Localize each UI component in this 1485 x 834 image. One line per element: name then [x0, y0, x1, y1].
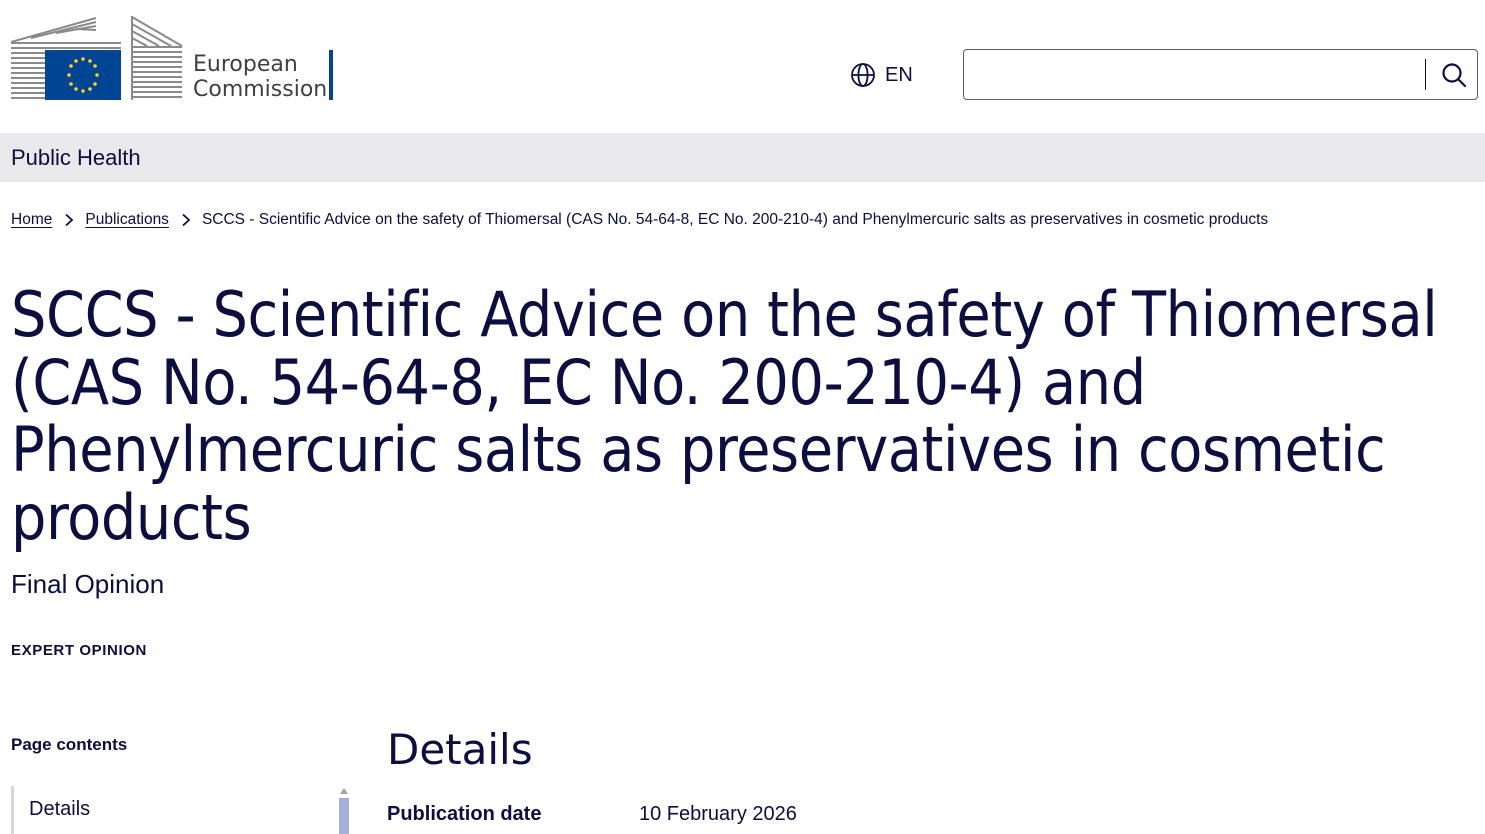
- search-button[interactable]: [1430, 50, 1478, 99]
- publication-date-label: Publication date: [387, 803, 542, 825]
- globe-icon: [851, 63, 875, 87]
- page-contents-nav: Details: [11, 786, 351, 834]
- toc-item-details[interactable]: Details: [29, 798, 90, 821]
- page-contents-heading: Page contents: [11, 735, 128, 754]
- content-type-label: EXPERT OPINION: [11, 642, 147, 659]
- search-divider: [1425, 59, 1426, 90]
- breadcrumb-current-page: SCCS - Scientific Advice on the safety o…: [201, 211, 1269, 228]
- language-selector[interactable]: EN: [850, 61, 913, 89]
- chevron-right-icon: [181, 213, 191, 227]
- search-box: [963, 49, 1478, 100]
- logo-divider: [329, 50, 333, 100]
- site-name-link[interactable]: Public Health: [11, 145, 141, 171]
- search-icon: [1442, 62, 1467, 87]
- search-input[interactable]: [964, 50, 1424, 99]
- logo-line-2: Commission: [193, 77, 328, 102]
- logo-line-1: European: [193, 52, 298, 77]
- logo-wordmark: European Commission: [193, 52, 327, 102]
- page-title: SCCS - Scientific Advice on the safety o…: [11, 278, 1438, 554]
- toc-scrollbar-thumb[interactable]: [339, 798, 349, 834]
- breadcrumb-publications-link[interactable]: Publications: [85, 211, 169, 229]
- site-header: European Commission EN: [0, 0, 1485, 133]
- details-heading: Details: [387, 725, 533, 774]
- scroll-up-arrow-icon[interactable]: [340, 788, 348, 794]
- language-code: EN: [885, 63, 913, 86]
- breadcrumb-home-link[interactable]: Home: [11, 211, 52, 229]
- toc-rail: [11, 786, 14, 834]
- site-name-bar: Public Health: [0, 133, 1485, 182]
- publication-date-value: 10 February 2026: [639, 803, 797, 825]
- breadcrumb: Home Publications SCCS - Scientific Advi…: [11, 209, 1268, 231]
- chevron-right-icon: [64, 213, 74, 227]
- page-subtitle: Final Opinion: [11, 569, 165, 599]
